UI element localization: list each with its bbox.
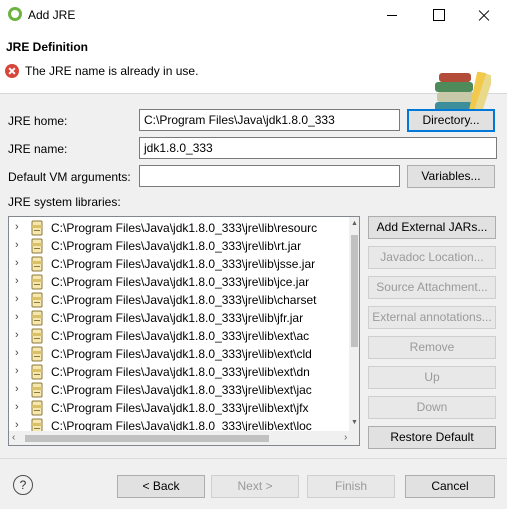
up-button[interactable]: Up <box>368 366 496 389</box>
chevron-right-icon[interactable]: › <box>15 383 19 395</box>
scroll-left-icon[interactable]: ‹ <box>12 432 15 443</box>
footer-divider <box>0 458 507 459</box>
library-path: C:\Program Files\Java\jdk1.8.0_333\jre\l… <box>51 221 318 235</box>
library-path: C:\Program Files\Java\jdk1.8.0_333\jre\l… <box>51 275 310 289</box>
cancel-button[interactable]: Cancel <box>405 475 495 498</box>
jar-icon <box>29 274 45 290</box>
jar-icon <box>29 328 45 344</box>
add-external-jars-button[interactable]: Add External JARs... <box>368 216 496 239</box>
remove-button[interactable]: Remove <box>368 336 496 359</box>
help-icon[interactable]: ? <box>13 475 33 495</box>
chevron-right-icon[interactable]: › <box>15 401 19 413</box>
tree-row[interactable]: › C:\Program Files\Java\jdk1.8.0_333\jre\… <box>9 291 349 309</box>
next-button[interactable]: Next > <box>211 475 299 498</box>
maximize-button[interactable] <box>415 0 461 30</box>
jar-icon <box>29 364 45 380</box>
chevron-right-icon[interactable]: › <box>15 329 19 341</box>
library-path: C:\Program Files\Java\jdk1.8.0_333\jre\l… <box>51 365 310 379</box>
chevron-right-icon[interactable]: › <box>15 365 19 377</box>
jar-icon <box>29 310 45 326</box>
dialog-header: JRE Definition The JRE name is already i… <box>0 30 507 113</box>
library-path: C:\Program Files\Java\jdk1.8.0_333\jre\l… <box>51 383 312 397</box>
tree-row[interactable]: › C:\Program Files\Java\jdk1.8.0_333\jre\… <box>9 309 349 327</box>
scroll-thumb[interactable] <box>351 235 358 347</box>
jre-home-field[interactable]: C:\Program Files\Java\jdk1.8.0_333 <box>139 109 400 131</box>
jar-icon <box>29 382 45 398</box>
scroll-up-icon[interactable]: ▲ <box>351 220 358 227</box>
chevron-right-icon[interactable]: › <box>15 347 19 359</box>
jar-icon <box>29 292 45 308</box>
minimize-button[interactable] <box>369 0 415 30</box>
spring-leaf-icon <box>8 7 22 21</box>
chevron-right-icon[interactable]: › <box>15 419 19 431</box>
jar-icon <box>29 256 45 272</box>
scroll-right-icon[interactable]: › <box>344 432 347 443</box>
source-attachment-button[interactable]: Source Attachment... <box>368 276 496 299</box>
vm-arguments-field[interactable] <box>139 165 400 187</box>
library-path: C:\Program Files\Java\jdk1.8.0_333\jre\l… <box>51 293 317 307</box>
chevron-right-icon[interactable]: › <box>15 311 19 323</box>
library-path: C:\Program Files\Java\jdk1.8.0_333\jre\l… <box>51 401 309 415</box>
jar-icon <box>29 346 45 362</box>
vertical-scrollbar[interactable]: ▲ ▼ <box>349 217 359 431</box>
error-icon <box>5 64 19 78</box>
jre-name-label: JRE name: <box>8 142 68 156</box>
down-button[interactable]: Down <box>368 396 496 419</box>
chevron-right-icon[interactable]: › <box>15 239 19 251</box>
finish-button[interactable]: Finish <box>307 475 395 498</box>
close-button[interactable] <box>461 0 507 30</box>
jre-name-field[interactable]: jdk1.8.0_333 <box>139 137 497 159</box>
variables-button[interactable]: Variables... <box>407 165 495 188</box>
title-bar: Add JRE <box>0 0 507 30</box>
page-title: JRE Definition <box>6 40 89 54</box>
library-path: C:\Program Files\Java\jdk1.8.0_333\jre\l… <box>51 329 310 343</box>
tree-row[interactable]: › C:\Program Files\Java\jdk1.8.0_333\jre\… <box>9 345 349 363</box>
chevron-right-icon[interactable]: › <box>15 275 19 287</box>
jar-icon <box>29 400 45 416</box>
tree-row[interactable]: › C:\Program Files\Java\jdk1.8.0_333\jre\… <box>9 327 349 345</box>
restore-default-button[interactable]: Restore Default <box>368 426 496 449</box>
chevron-right-icon[interactable]: › <box>15 293 19 305</box>
chevron-right-icon[interactable]: › <box>15 257 19 269</box>
libraries-tree[interactable]: › C:\Program Files\Java\jdk1.8.0_333\jre\… <box>8 216 360 446</box>
jar-icon <box>29 220 45 236</box>
jar-icon <box>29 238 45 254</box>
jre-home-label: JRE home: <box>8 114 68 128</box>
tree-row[interactable]: › C:\Program Files\Java\jdk1.8.0_333\jre\… <box>9 399 349 417</box>
tree-row[interactable]: › C:\Program Files\Java\jdk1.8.0_333\jre\… <box>9 255 349 273</box>
tree-row[interactable]: › C:\Program Files\Java\jdk1.8.0_333\jre\… <box>9 237 349 255</box>
scroll-thumb-horizontal[interactable] <box>25 435 269 442</box>
libraries-label: JRE system libraries: <box>8 195 121 209</box>
library-path: C:\Program Files\Java\jdk1.8.0_333\jre\l… <box>51 239 302 253</box>
library-path: C:\Program Files\Java\jdk1.8.0_333\jre\l… <box>51 347 312 361</box>
scroll-down-icon[interactable]: ▼ <box>351 419 358 426</box>
back-button[interactable]: < Back <box>117 475 205 498</box>
window-title: Add JRE <box>28 8 76 22</box>
vm-arguments-label: Default VM arguments: <box>8 170 131 184</box>
javadoc-location-button[interactable]: Javadoc Location... <box>368 246 496 269</box>
tree-row[interactable]: › C:\Program Files\Java\jdk1.8.0_333\jre\… <box>9 273 349 291</box>
error-message: The JRE name is already in use. <box>25 64 199 78</box>
tree-row[interactable]: › C:\Program Files\Java\jdk1.8.0_333\jre\… <box>9 381 349 399</box>
external-annotations-button[interactable]: External annotations... <box>368 306 496 329</box>
tree-row[interactable]: › C:\Program Files\Java\jdk1.8.0_333\jre\… <box>9 363 349 381</box>
chevron-right-icon[interactable]: › <box>15 221 19 233</box>
library-path: C:\Program Files\Java\jdk1.8.0_333\jre\l… <box>51 257 316 271</box>
horizontal-scrollbar[interactable]: ‹ › <box>9 431 359 445</box>
directory-button[interactable]: Directory... <box>407 109 495 132</box>
library-path: C:\Program Files\Java\jdk1.8.0_333\jre\l… <box>51 311 304 325</box>
tree-row[interactable]: › C:\Program Files\Java\jdk1.8.0_333\jre\… <box>9 219 349 237</box>
